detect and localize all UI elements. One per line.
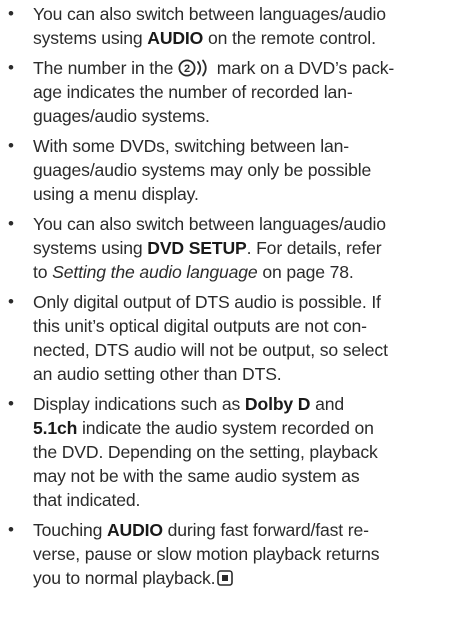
text-line: systems using DVD SETUP. For details, re… [33, 238, 382, 258]
text-line: may not be with the same audio system as [33, 466, 360, 486]
note-item: • You can also switch between languages/… [0, 2, 462, 50]
dolby-d-indicator-label: Dolby D [244, 394, 311, 414]
bullet: • [8, 394, 14, 413]
text-line: age indicates the number of recorded lan… [33, 82, 353, 102]
bullet: • [8, 214, 14, 233]
note-item: • Only digital output of DTS audio is po… [0, 290, 462, 386]
text-line: systems using AUDIO on the remote contro… [33, 28, 376, 48]
text-line: verse, pause or slow motion playback ret… [33, 544, 380, 564]
audio-button-label: AUDIO [106, 520, 163, 540]
section-reference: Setting the audio language [52, 262, 258, 282]
text-line: Only digital output of DTS audio is poss… [33, 292, 381, 312]
text-line: that indicated. [33, 490, 141, 510]
text-line: Display indications such as Dolby D and [33, 394, 344, 414]
bullet: • [8, 136, 14, 155]
text-line: the DVD. Depending on the setting, playb… [33, 442, 378, 462]
text-line: The number in the 2 mark on a DVD’s pack… [33, 58, 395, 78]
note-item: • With some DVDs, switching between lan-… [0, 134, 462, 206]
text-line: using a menu display. [33, 184, 199, 204]
text-line: With some DVDs, switching between lan- [33, 136, 349, 156]
note-item: • You can also switch between languages/… [0, 212, 462, 284]
text-line: guages/audio systems may only be possibl… [33, 160, 372, 180]
manual-page: • You can also switch between languages/… [0, 0, 462, 641]
text-line: this unit’s optical digital outputs are … [33, 316, 367, 336]
audio-button-label: AUDIO [147, 28, 204, 48]
dvd-setup-label: DVD SETUP [147, 238, 247, 258]
bullet: • [8, 292, 14, 311]
note-item: • Touching AUDIO during fast forward/fas… [0, 518, 462, 590]
text-line: to Setting the audio language on page 78… [33, 262, 354, 282]
bullet: • [8, 4, 14, 23]
end-of-section-icon [217, 570, 234, 586]
audio-count-mark-icon: 2 [178, 59, 207, 77]
text-line: guages/audio systems. [33, 106, 210, 126]
bullet: • [8, 520, 14, 539]
note-item: • The number in the 2 mark on a DVD’s pa… [0, 56, 462, 128]
mark-number: 2 [184, 63, 190, 75]
text-line: you to normal playback. [33, 566, 456, 590]
text-line: You can also switch between languages/au… [33, 4, 386, 24]
notes-list: • You can also switch between languages/… [0, 2, 462, 590]
text-line: You can also switch between languages/au… [33, 214, 386, 234]
bullet: • [8, 58, 14, 77]
note-item: • Display indications such as Dolby D an… [0, 392, 462, 512]
channel-indicator-label: 5.1ch [33, 418, 78, 438]
text-line: 5.1ch indicate the audio system recorded… [33, 418, 374, 438]
text-line: Touching AUDIO during fast forward/fast … [33, 520, 369, 540]
text-line: nected, DTS audio will not be output, so… [33, 340, 388, 360]
text-line: an audio setting other than DTS. [33, 364, 282, 384]
